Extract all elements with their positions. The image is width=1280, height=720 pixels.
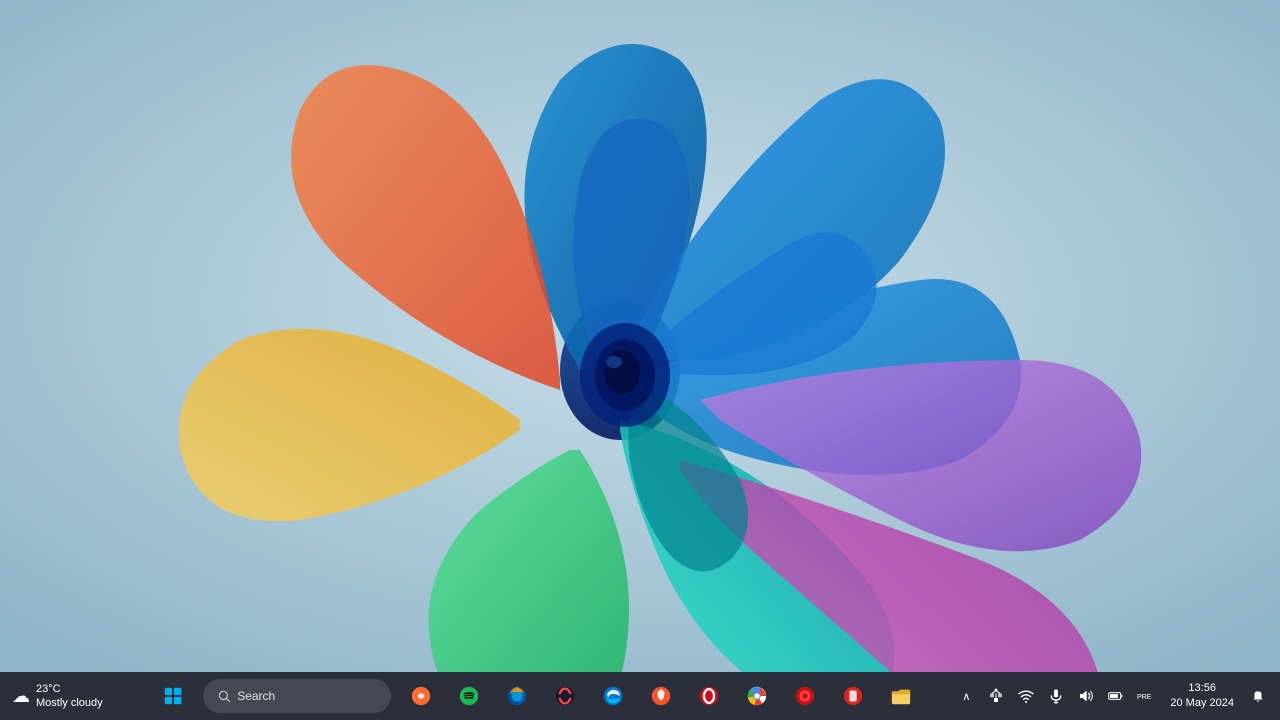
- start-button[interactable]: [151, 674, 195, 718]
- petal-app-button[interactable]: [399, 674, 443, 718]
- clock-date: 20 May 2024: [1170, 696, 1234, 711]
- app-red2-button[interactable]: [831, 674, 875, 718]
- microphone-tray-icon[interactable]: [1042, 682, 1070, 710]
- weather-text: 23°C Mostly cloudy: [36, 682, 103, 711]
- clock-time: 13:56: [1188, 681, 1216, 696]
- desktop: ☁ 23°C Mostly cloudy: [0, 0, 1280, 720]
- tray-overflow-button[interactable]: ∧: [952, 682, 980, 710]
- weather-temperature: 23°C: [36, 682, 103, 696]
- taskbar: ☁ 23°C Mostly cloudy: [0, 672, 1280, 720]
- firefox-app-button[interactable]: [495, 674, 539, 718]
- svg-text:PRE: PRE: [1137, 694, 1152, 701]
- brave-app-button[interactable]: [639, 674, 683, 718]
- edge-app-button[interactable]: [591, 674, 635, 718]
- notification-button[interactable]: [1244, 674, 1272, 718]
- battery-tray-icon[interactable]: [1102, 682, 1130, 710]
- weather-condition: Mostly cloudy: [36, 696, 103, 710]
- opera-gx-app-button[interactable]: [543, 674, 587, 718]
- wifi-tray-icon[interactable]: [1012, 682, 1040, 710]
- keyboard-tray-icon[interactable]: PRE: [1132, 682, 1160, 710]
- search-label: Search: [237, 689, 275, 703]
- search-button[interactable]: Search: [203, 679, 391, 713]
- system-tray: ∧: [944, 674, 1280, 718]
- tray-overflow-icon: ∧: [962, 690, 970, 703]
- weather-icon: ☁: [12, 686, 30, 707]
- opera-app-button[interactable]: [687, 674, 731, 718]
- network-tray-icon[interactable]: [982, 682, 1010, 710]
- taskbar-center: Search: [130, 674, 944, 718]
- chrome-app-button[interactable]: [735, 674, 779, 718]
- weather-widget[interactable]: ☁ 23°C Mostly cloudy: [0, 682, 130, 711]
- spotify-app-button[interactable]: [447, 674, 491, 718]
- app-red1-button[interactable]: [783, 674, 827, 718]
- wallpaper: [0, 0, 1280, 720]
- clock-display[interactable]: 13:56 20 May 2024: [1162, 681, 1242, 712]
- file-explorer-button[interactable]: [879, 674, 923, 718]
- volume-tray-icon[interactable]: [1072, 682, 1100, 710]
